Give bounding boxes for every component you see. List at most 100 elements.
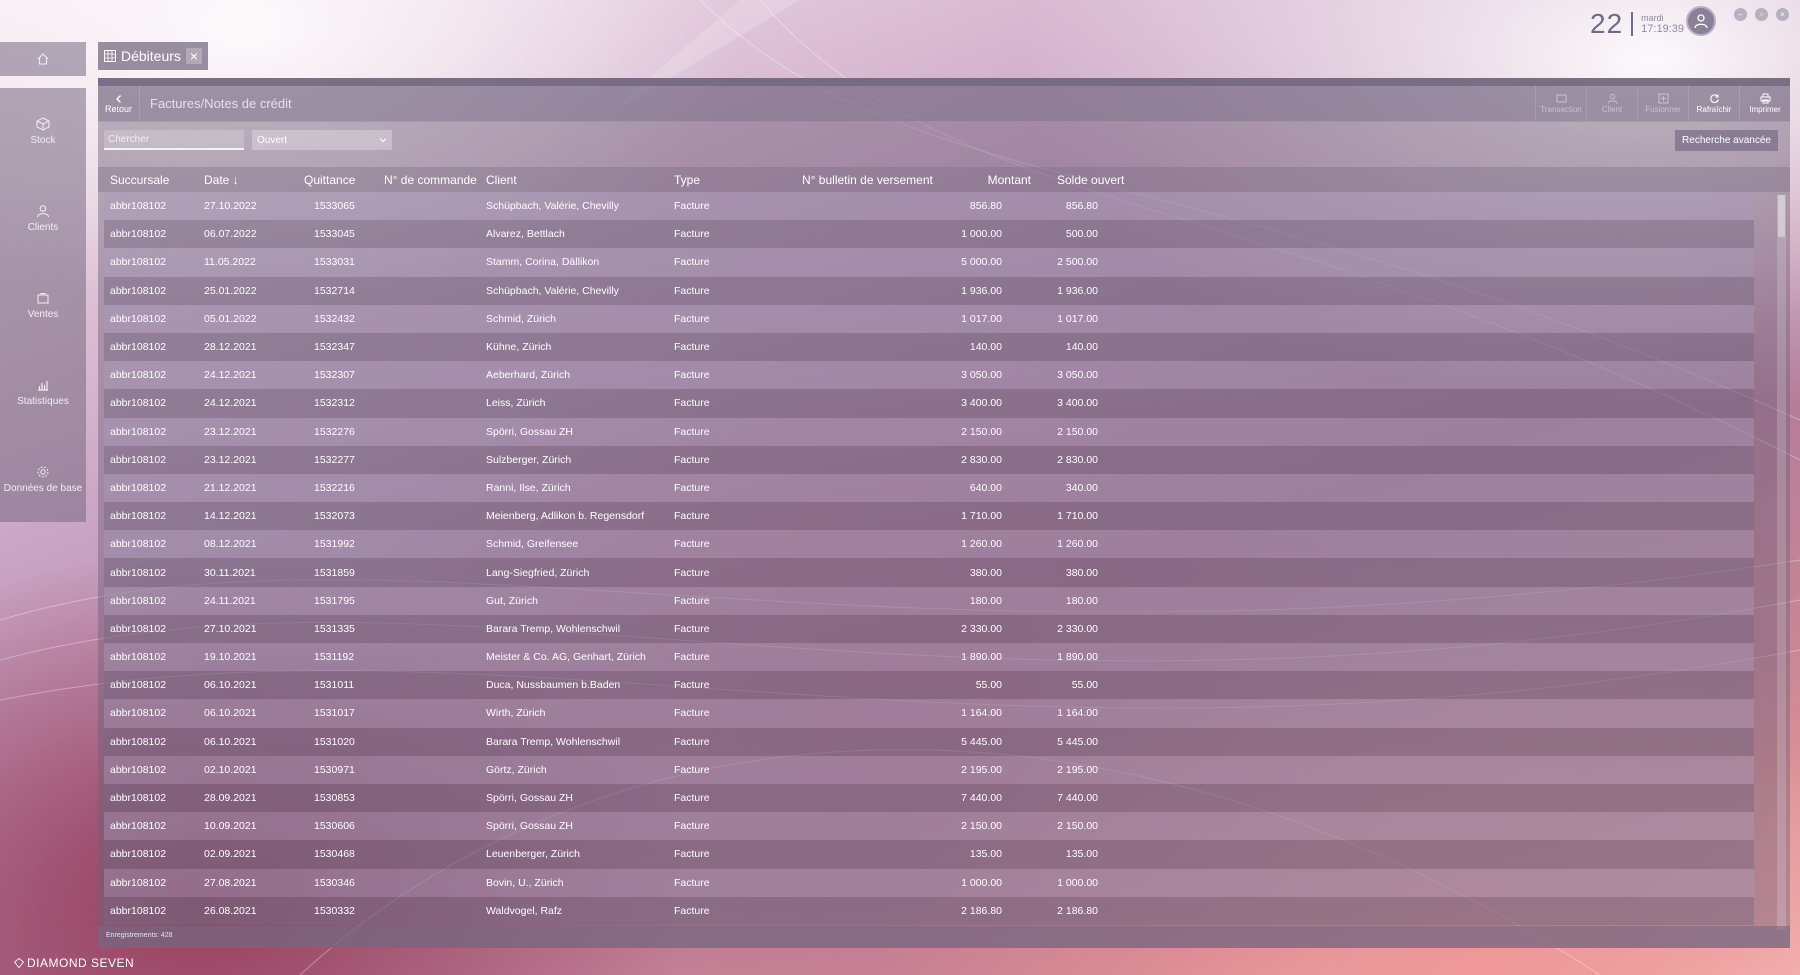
- cell-client: Spörri, Gossau ZH: [486, 820, 573, 833]
- cell-date: 27.08.2021: [204, 876, 257, 889]
- table-row[interactable]: abbr108102 24.12.2021 1532312 Leiss, Zürich…: [104, 389, 1754, 418]
- cell-date: 30.11.2021: [204, 566, 256, 579]
- table-row[interactable]: abbr108102 21.12.2021 1532216 Ranni, Ilse, …: [104, 473, 1754, 503]
- cell-date: 14.12.2021: [204, 510, 257, 523]
- cell-type: Facture: [674, 256, 710, 269]
- home-button[interactable]: [0, 42, 86, 76]
- scrollbar-thumb[interactable]: [1778, 195, 1785, 237]
- table-row[interactable]: abbr108102 02.10.2021 1530971 Görtz, Zürich…: [104, 755, 1754, 784]
- filter-bar: Ouvert Recherche avancée: [98, 122, 1790, 158]
- cell-solde: 55.00: [1071, 679, 1098, 692]
- column-header-quittance[interactable]: Quittance: [296, 173, 384, 187]
- table-row[interactable]: abbr108102 28.09.2021 1530853 Spörri, Gossa…: [104, 783, 1754, 813]
- table-row[interactable]: abbr108102 27.10.2022 1533065 Schüpbach, Va…: [104, 192, 1754, 221]
- advanced-search-button[interactable]: Recherche avancée: [1675, 130, 1778, 151]
- clock-day: 22: [1590, 8, 1624, 39]
- sidebar-item-stock[interactable]: Stock: [0, 88, 86, 175]
- table-row[interactable]: abbr108102 24.11.2021 1531795 Gut, Zürich Fa…: [104, 586, 1754, 615]
- table-row[interactable]: abbr108102 14.12.2021 1532073 Meienberg, Ad…: [104, 502, 1754, 531]
- maximize-icon[interactable]: ▫: [1755, 8, 1768, 21]
- fusionner-button[interactable]: Fusionner: [1637, 86, 1688, 121]
- table-row[interactable]: abbr108102 06.07.2022 1533045 Alvarez, Bett…: [104, 220, 1754, 249]
- close-window-icon[interactable]: ×: [1776, 8, 1789, 21]
- cell-date: 27.10.2022: [204, 200, 257, 213]
- vertical-scrollbar[interactable]: [1777, 195, 1786, 930]
- table-row[interactable]: abbr108102 26.08.2021 1530332 Waldvogel, Ra…: [104, 896, 1754, 925]
- table-row[interactable]: abbr108102 08.12.2021 1531992 Schmid, Greif…: [104, 530, 1754, 559]
- print-label: Imprimer: [1749, 105, 1781, 114]
- column-header-solde[interactable]: Solde ouvert: [1031, 173, 1127, 187]
- cell-succursale: abbr108102: [110, 200, 167, 213]
- cell-date: 02.09.2021: [204, 848, 257, 861]
- column-header-commande[interactable]: N° de commande: [384, 173, 486, 187]
- column-header-montant[interactable]: Montant: [948, 173, 1031, 187]
- search-input[interactable]: [104, 130, 244, 150]
- table-row[interactable]: abbr108102 02.09.2021 1530468 Leuenberger, …: [104, 840, 1754, 869]
- cell-date: 23.12.2021: [204, 453, 257, 466]
- cell-montant: 380.00: [969, 566, 1002, 579]
- sidebar-item-donnees-de-base[interactable]: Données de base: [0, 436, 86, 523]
- cell-client: Spörri, Gossau ZH: [486, 792, 573, 805]
- table-row[interactable]: abbr108102 30.11.2021 1531859 Lang-Siegfrie…: [104, 558, 1754, 587]
- table-row[interactable]: abbr108102 25.01.2022 1532714 Schüpbach, Va…: [104, 276, 1754, 305]
- cell-quittance: 1530853: [314, 792, 355, 805]
- cell-client: Barara Tremp, Wohlenschwil: [486, 735, 621, 748]
- transaction-label: Transaction: [1540, 105, 1582, 114]
- cell-client: Aeberhard, Zürich: [486, 369, 571, 382]
- table-row[interactable]: abbr108102 27.08.2021 1530346 Bovin, U., Zü…: [104, 868, 1754, 897]
- back-label: Retour: [104, 103, 132, 114]
- cell-montant: 1 936.00: [961, 284, 1002, 297]
- column-header-client[interactable]: Client: [486, 173, 674, 187]
- status-select[interactable]: Ouvert: [252, 130, 392, 150]
- minimize-icon[interactable]: –: [1734, 8, 1747, 21]
- user-avatar[interactable]: [1686, 6, 1716, 36]
- cell-montant: 1 164.00: [961, 707, 1002, 720]
- cell-solde: 2 500.00: [1057, 256, 1098, 269]
- cell-date: 06.07.2022: [204, 228, 257, 241]
- table-row[interactable]: abbr108102 05.01.2022 1532432 Schmid, Züric…: [104, 304, 1754, 333]
- table-row[interactable]: abbr108102 28.12.2021 1532347 Kühne, Zürich…: [104, 332, 1754, 362]
- table-row[interactable]: abbr108102 19.10.2021 1531192 Meister & Co.…: [104, 643, 1754, 672]
- tab-debiteurs[interactable]: Débiteurs ×: [98, 42, 208, 70]
- cell-type: Facture: [674, 763, 710, 776]
- cell-succursale: abbr108102: [110, 341, 167, 354]
- cell-succursale: abbr108102: [110, 397, 167, 410]
- sidebar-item-ventes[interactable]: Ventes: [0, 262, 86, 349]
- cell-date: 24.12.2021: [204, 369, 257, 382]
- cell-montant: 3 050.00: [961, 369, 1002, 382]
- table-row[interactable]: abbr108102 23.12.2021 1532277 Sulzberger, Z…: [104, 445, 1754, 474]
- table-row[interactable]: abbr108102 23.12.2021 1532276 Spörri, Gossa…: [104, 417, 1754, 446]
- cell-montant: 2 150.00: [961, 425, 1002, 438]
- print-button[interactable]: Imprimer: [1739, 86, 1790, 121]
- cell-succursale: abbr108102: [110, 256, 167, 269]
- column-header-succursale[interactable]: Succursale: [98, 173, 204, 187]
- transaction-button[interactable]: Transaction: [1535, 86, 1586, 121]
- cell-date: 11.05.2022: [204, 256, 256, 269]
- table-row[interactable]: abbr108102 06.10.2021 1531020 Barara Tremp,…: [104, 727, 1754, 756]
- column-header-type[interactable]: Type: [674, 173, 798, 187]
- cell-type: Facture: [674, 510, 710, 523]
- column-header-bulletin[interactable]: N° bulletin de versement: [798, 173, 948, 187]
- cell-quittance: 1531192: [314, 651, 355, 664]
- cell-montant: 55.00: [975, 679, 1002, 692]
- close-tab-icon[interactable]: ×: [185, 48, 202, 64]
- back-button[interactable]: Retour: [98, 86, 140, 121]
- column-header-date[interactable]: Date ↓: [204, 173, 296, 187]
- table-row[interactable]: abbr108102 10.09.2021 1530606 Spörri, Gossa…: [104, 812, 1754, 841]
- table-row[interactable]: abbr108102 06.10.2021 1531011 Duca, Nussbau…: [104, 671, 1754, 700]
- sidebar-item-clients[interactable]: Clients: [0, 175, 86, 262]
- table-row[interactable]: abbr108102 06.10.2021 1531017 Wirth, Zürich…: [104, 699, 1754, 728]
- cell-client: Leiss, Zürich: [486, 397, 546, 410]
- sidebar-item-statistiques[interactable]: Statistiques: [0, 349, 86, 436]
- cell-client: Ranni, Ilse, Zürich: [486, 481, 571, 494]
- sidebar-item-label: Ventes: [27, 309, 59, 320]
- tab-label: Débiteurs: [121, 48, 181, 64]
- client-button[interactable]: Client: [1586, 86, 1637, 121]
- table-row[interactable]: abbr108102 24.12.2021 1532307 Aeberhard, Zü…: [104, 361, 1754, 390]
- brand-logo-text: DIAMOND SEVEN: [27, 956, 135, 970]
- table-row[interactable]: abbr108102 11.05.2022 1533031 Stamm, Corina…: [104, 248, 1754, 277]
- cell-succursale: abbr108102: [110, 312, 167, 325]
- clock-time: 17:19:39: [1641, 23, 1684, 35]
- refresh-button[interactable]: Rafraîchir: [1688, 86, 1739, 121]
- table-row[interactable]: abbr108102 27.10.2021 1531335 Barara Tremp,…: [104, 614, 1754, 643]
